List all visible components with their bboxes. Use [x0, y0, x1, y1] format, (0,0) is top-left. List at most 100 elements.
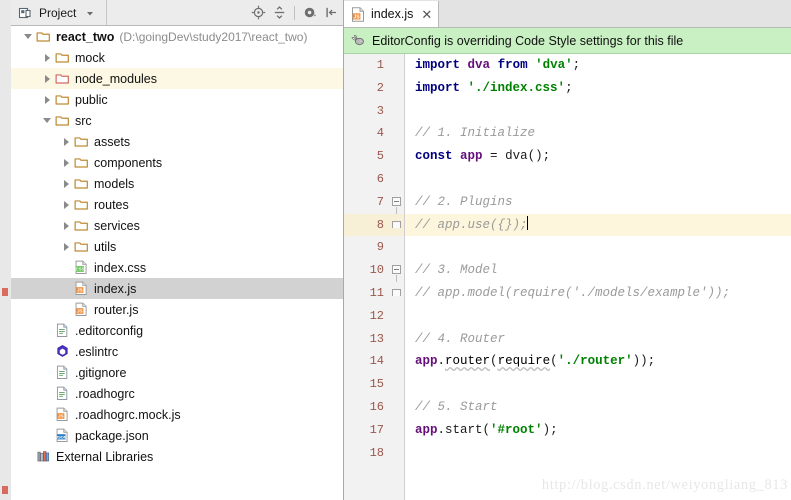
tree-node-src[interactable]: src	[11, 110, 343, 131]
tree-node--editorconfig[interactable]: .editorconfig	[11, 320, 343, 341]
tree-node--eslintrc[interactable]: .eslintrc	[11, 341, 343, 362]
line-number: 6	[376, 171, 384, 186]
toolbar-divider	[294, 5, 295, 20]
code-line[interactable]	[405, 168, 791, 191]
svg-text:JSON: JSON	[56, 434, 67, 439]
tree-node-label: External Libraries	[56, 449, 154, 464]
code-token-plain: .	[437, 354, 446, 369]
code-editor[interactable]: 1 2 3 4 5 6 7 8 9 10 11 12 13 14 15 16 17 18 import dva f…	[344, 54, 791, 500]
locate-icon[interactable]	[250, 5, 266, 21]
project-title-tab[interactable]: Project	[11, 0, 108, 25]
line-number: 3	[376, 103, 384, 118]
code-token-wavy: require	[497, 354, 551, 369]
code-line[interactable]	[405, 236, 791, 259]
tree-node--roadhogrc[interactable]: .roadhogrc	[11, 383, 343, 404]
code-line[interactable]: // 1. Initialize	[405, 122, 791, 145]
tree-node-public[interactable]: public	[11, 89, 343, 110]
json-file-icon: JSON	[54, 425, 71, 446]
line-number: 18	[369, 445, 384, 460]
tree-node-services[interactable]: services	[11, 215, 343, 236]
code-line[interactable]	[405, 100, 791, 123]
fold-marker[interactable]	[391, 191, 404, 214]
gear-icon[interactable]	[302, 5, 318, 21]
code-token-plain: ));	[632, 354, 656, 369]
tree-node-label: node_modules	[75, 71, 158, 86]
fold-marker[interactable]	[391, 282, 404, 305]
code-line[interactable]: import './index.css';	[405, 77, 791, 100]
line-number: 7	[376, 194, 384, 209]
tree-node-index-css[interactable]: CSS index.css	[11, 257, 343, 278]
code-token-plain: start(	[445, 422, 491, 437]
project-icon	[17, 5, 33, 21]
code-line[interactable]: // 3. Model	[405, 259, 791, 282]
editor-tab-index-js[interactable]: JS index.js ✕	[344, 1, 440, 27]
tree-expand-arrow-icon[interactable]	[40, 89, 54, 110]
folder-icon	[73, 236, 90, 257]
tree-expand-arrow-icon[interactable]	[40, 110, 54, 131]
fold-marker[interactable]	[391, 259, 404, 283]
code-line[interactable]: // 2. Plugins	[405, 191, 791, 214]
tree-expand-arrow-icon[interactable]	[40, 47, 54, 68]
code-token-str: './router'	[557, 354, 633, 369]
code-line[interactable]: // app.model(require('./models/example')…	[405, 282, 791, 305]
folder-icon	[73, 215, 90, 236]
fold-gutter-cell	[391, 77, 404, 100]
tree-node-utils[interactable]: utils	[11, 236, 343, 257]
code-line[interactable]: app.start('#root');	[405, 419, 791, 442]
fold-gutter-cell	[391, 419, 404, 442]
tree-node-models[interactable]: models	[11, 173, 343, 194]
project-panel-header: Project	[11, 0, 343, 26]
tree-node-components[interactable]: components	[11, 152, 343, 173]
code-line[interactable]	[405, 442, 791, 465]
tree-expand-arrow-icon[interactable]	[59, 236, 73, 257]
hide-window-icon[interactable]	[323, 5, 339, 21]
tree-expand-arrow-icon[interactable]	[59, 215, 73, 236]
folder-icon	[73, 194, 90, 215]
tree-node--gitignore[interactable]: .gitignore	[11, 362, 343, 383]
project-tree[interactable]: react_two (D:\goingDev\study2017\react_tw…	[11, 26, 343, 500]
code-line[interactable]: // 5. Start	[405, 396, 791, 419]
chevron-down-icon[interactable]	[82, 5, 98, 21]
js-file-icon: JS	[54, 404, 71, 425]
tree-node-label: mock	[75, 50, 105, 65]
editor-tabbar: JS index.js ✕	[344, 0, 791, 28]
code-line[interactable]	[405, 373, 791, 396]
code-line[interactable]: app.router(require('./router'));	[405, 350, 791, 373]
code-token-plain: (	[490, 354, 498, 369]
project-panel-toolbar	[250, 0, 339, 25]
code-line[interactable]: import dva from 'dva';	[405, 54, 791, 77]
code-line[interactable]	[405, 305, 791, 328]
tree-expand-arrow-icon[interactable]	[59, 131, 73, 152]
code-token-str: 'dva'	[535, 58, 573, 72]
tree-node-label: .eslintrc	[75, 344, 119, 359]
folder-excluded-icon	[54, 68, 71, 89]
tree-node-node-modules[interactable]: node_modules	[11, 68, 343, 89]
code-line[interactable]: const app = dva();	[405, 145, 791, 168]
tree-node-react-two[interactable]: react_two (D:\goingDev\study2017\react_tw…	[11, 26, 343, 47]
code-folding-gutter[interactable]	[391, 54, 405, 500]
tree-expand-arrow-icon[interactable]	[40, 68, 54, 89]
tree-node-label: index.css	[94, 260, 147, 275]
tree-node-router-js[interactable]: JS router.js	[11, 299, 343, 320]
tree-expand-arrow-icon[interactable]	[59, 194, 73, 215]
code-content[interactable]: import dva from 'dva'; import './index.cs…	[405, 54, 791, 500]
code-line[interactable]: // 4. Router	[405, 328, 791, 351]
collapse-all-icon[interactable]	[271, 5, 287, 21]
tree-node--roadhogrc-mock-js[interactable]: JS .roadhogrc.mock.js	[11, 404, 343, 425]
svg-text:JS: JS	[353, 14, 360, 20]
tree-expand-arrow-icon[interactable]	[21, 26, 35, 47]
code-token-cmt: // 2. Plugins	[415, 194, 513, 209]
tree-node-external-libraries[interactable]: External Libraries	[11, 446, 343, 467]
ide-window: 2: Favorites 1: Project 7: Structure Pro…	[0, 0, 791, 500]
tree-node-package-json[interactable]: JSON package.json	[11, 425, 343, 446]
tree-expand-arrow-icon[interactable]	[59, 152, 73, 173]
folder-icon	[54, 89, 71, 110]
fold-marker[interactable]	[391, 213, 404, 237]
tree-node-index-js[interactable]: JS index.js	[11, 278, 343, 299]
tree-node-assets[interactable]: assets	[11, 131, 343, 152]
code-line[interactable]: // app.use({});	[405, 213, 791, 237]
tree-expand-arrow-icon[interactable]	[59, 173, 73, 194]
tree-node-routes[interactable]: routes	[11, 194, 343, 215]
tree-node-mock[interactable]: mock	[11, 47, 343, 68]
close-icon[interactable]: ✕	[421, 8, 432, 21]
